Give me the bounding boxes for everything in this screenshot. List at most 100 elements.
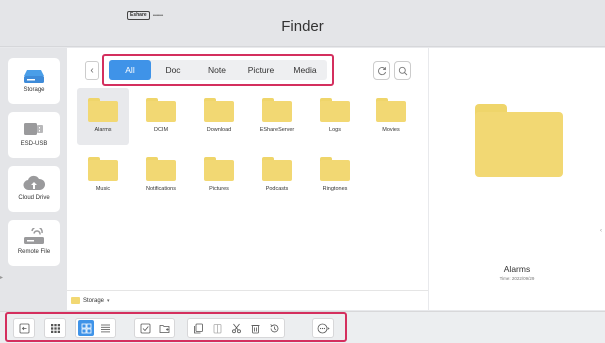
file-name: Alarms xyxy=(94,127,112,133)
file-item[interactable]: DCIM xyxy=(135,88,187,145)
folder-icon xyxy=(262,98,292,122)
grid-view-icon xyxy=(81,323,91,333)
file-name: DCIM xyxy=(153,127,169,133)
cloud-upload-icon xyxy=(23,175,45,191)
refresh-icon xyxy=(377,66,386,75)
toolbar-group-apps xyxy=(44,318,66,338)
select-icon xyxy=(140,323,150,333)
grid-view-button[interactable] xyxy=(78,320,94,336)
sidebar-item-label: Remote File xyxy=(17,249,51,255)
file-item[interactable]: Ringtones xyxy=(309,147,361,204)
storage-icon xyxy=(24,70,44,83)
refresh-button[interactable] xyxy=(373,61,390,80)
collapse-left-icon[interactable]: ▸ xyxy=(0,274,3,281)
paste-button[interactable] xyxy=(209,320,225,336)
tab-all[interactable]: All xyxy=(109,60,151,80)
copy-icon xyxy=(193,323,203,333)
exit-button[interactable] xyxy=(16,320,32,336)
sidebar-item-esd-usb[interactable]: ESD-USB xyxy=(8,112,60,158)
breadcrumb-item[interactable]: Storage xyxy=(83,298,104,304)
folder-icon xyxy=(88,157,118,181)
toolbar-group-select xyxy=(134,318,175,338)
sidebar-item-label: ESD-USB xyxy=(20,141,48,147)
title-bar: Eshare •••••••• Finder xyxy=(0,0,605,47)
folder-icon xyxy=(320,98,350,122)
file-name: Music xyxy=(95,186,111,192)
file-name: Notifications xyxy=(146,186,176,192)
file-name: Logs xyxy=(329,127,341,133)
delete-icon xyxy=(251,324,259,333)
copy-button[interactable] xyxy=(190,320,206,336)
file-name: Podcasts xyxy=(265,186,289,192)
tab-doc[interactable]: Doc xyxy=(151,60,195,80)
file-item[interactable]: Download xyxy=(193,88,245,145)
bottom-toolbar xyxy=(0,311,605,343)
search-icon xyxy=(398,66,407,75)
chevron-left-icon: ‹ xyxy=(90,65,94,76)
cut-icon xyxy=(231,323,241,333)
folder-preview-icon xyxy=(475,104,563,177)
exit-icon xyxy=(19,323,29,333)
search-button[interactable] xyxy=(394,61,411,80)
file-item[interactable]: Pictures xyxy=(193,147,245,204)
toolbar-group-more xyxy=(312,318,334,338)
rename-icon xyxy=(269,323,278,332)
more-button[interactable] xyxy=(315,320,331,336)
chevron-down-icon[interactable]: ▾ xyxy=(107,298,110,304)
folder-icon xyxy=(262,157,292,181)
sidebar-item-label: Storage xyxy=(23,87,45,93)
list-view-icon xyxy=(100,324,110,332)
paste-icon xyxy=(213,323,221,333)
sidebar: Storage ESD-USB Cloud Drive Remote File … xyxy=(0,48,67,314)
file-name: Ringtones xyxy=(322,186,348,192)
folder-icon xyxy=(320,157,350,181)
file-item[interactable]: Music xyxy=(77,147,129,204)
apps-grid-icon xyxy=(50,323,60,333)
tab-media[interactable]: Media xyxy=(283,60,327,80)
sidebar-item-label: Cloud Drive xyxy=(18,195,50,201)
tab-note[interactable]: Note xyxy=(195,60,239,80)
file-item[interactable]: Movies xyxy=(365,88,417,145)
toolbar-group-edit xyxy=(187,318,285,338)
file-browser: ‹ All Doc Note Picture Media Alarms DCIM… xyxy=(67,48,428,310)
file-item[interactable]: Alarms xyxy=(77,88,129,145)
toolbar-group-exit xyxy=(13,318,35,338)
select-button[interactable] xyxy=(137,320,153,336)
preview-file-name: Alarms xyxy=(503,264,531,274)
folder-icon xyxy=(146,98,176,122)
cut-button[interactable] xyxy=(228,320,244,336)
sidebar-item-remote-file[interactable]: Remote File xyxy=(8,220,60,266)
folder-icon xyxy=(88,98,118,122)
sidebar-item-cloud-drive[interactable]: Cloud Drive xyxy=(8,166,60,212)
sidebar-item-storage[interactable]: Storage xyxy=(8,58,60,104)
file-item[interactable]: Podcasts xyxy=(251,147,303,204)
rename-button[interactable] xyxy=(266,320,282,336)
collapse-right-icon[interactable]: ‹ xyxy=(600,228,602,234)
file-item[interactable]: Logs xyxy=(309,88,361,145)
file-item[interactable]: Notifications xyxy=(135,147,187,204)
file-name: Movies xyxy=(382,127,400,133)
folder-icon xyxy=(204,98,234,122)
delete-button[interactable] xyxy=(247,320,263,336)
apps-button[interactable] xyxy=(47,320,63,336)
filter-tabs: All Doc Note Picture Media xyxy=(109,60,327,80)
new-folder-icon xyxy=(159,324,169,333)
back-button[interactable]: ‹ xyxy=(85,61,99,80)
file-name: EShareServer xyxy=(259,127,295,133)
folder-icon xyxy=(146,157,176,181)
new-folder-button[interactable] xyxy=(156,320,172,336)
toolbar-group-view xyxy=(75,318,116,338)
file-item[interactable]: EShareServer xyxy=(251,88,303,145)
preview-panel: Alarms Time: 2022/09/29 xyxy=(429,48,605,310)
usb-drive-icon xyxy=(24,123,43,135)
remote-storage-icon xyxy=(24,228,44,244)
preview-timestamp: Time: 2022/09/29 xyxy=(499,276,535,281)
breadcrumb: Storage ▾ xyxy=(67,290,428,310)
window-title: Finder xyxy=(281,18,324,35)
file-name: Download xyxy=(206,127,232,133)
list-view-button[interactable] xyxy=(97,320,113,336)
file-name: Pictures xyxy=(209,186,229,192)
folder-icon xyxy=(204,157,234,181)
more-icon xyxy=(317,323,330,333)
tab-picture[interactable]: Picture xyxy=(239,60,283,80)
